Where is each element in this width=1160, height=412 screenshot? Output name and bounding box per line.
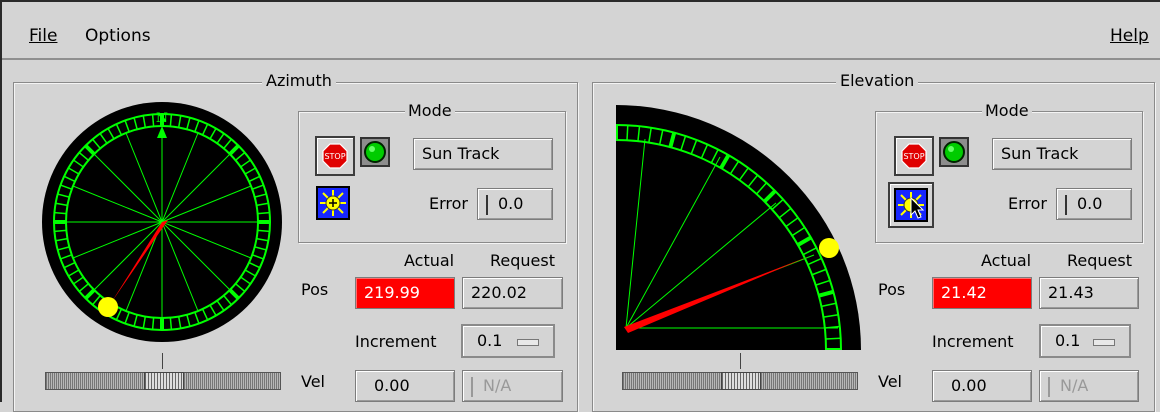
elevation-dial-tick (626, 125, 629, 141)
elevation-mode-box: Mode STOP Sun Track Error 0.0 (875, 101, 1143, 243)
azimuth-sun-track-button[interactable] (316, 186, 350, 220)
menu-help[interactable]: Help (1110, 26, 1149, 46)
green-led-icon (943, 141, 965, 163)
elevation-panel: Elevation Mode STOP Sun Track Error 0.0 … (592, 71, 1155, 412)
azimuth-actual-header: Actual (404, 251, 455, 270)
option-menu-indicator-icon (1093, 339, 1115, 346)
elevation-vel-request-value: N/A (1060, 376, 1089, 395)
elevation-mode-title: Mode (982, 101, 1032, 120)
elevation-pos-label: Pos (878, 280, 906, 299)
azimuth-vel-request[interactable]: N/A (462, 370, 563, 402)
elevation-error-value: 0.0 (1077, 194, 1103, 213)
azimuth-velocity-slider[interactable] (45, 372, 281, 390)
azimuth-title: Azimuth (262, 71, 336, 90)
green-led-icon (364, 141, 386, 163)
menu-options[interactable]: Options (85, 26, 151, 46)
stop-sign-icon: STOP (901, 143, 927, 169)
azimuth-mode-box: Mode STOP Sun Track Error 0.0 (298, 101, 566, 243)
menu-file[interactable]: File (29, 26, 57, 46)
elevation-increment-value: 0.1 (1055, 331, 1081, 350)
azimuth-dial-tick (169, 317, 173, 330)
azimuth-mode-title: Mode (405, 101, 455, 120)
elevation-quarter-dial (616, 105, 861, 350)
elevation-mode-value: Sun Track (992, 138, 1132, 170)
application-window: File Options Help Azimuth N Mode STOP Su… (0, 0, 1160, 412)
azimuth-status-led (360, 137, 390, 167)
azimuth-dial-tick (54, 211, 67, 215)
elevation-dial-tick (825, 337, 841, 340)
azimuth-slider-tick (162, 353, 163, 369)
azimuth-increment-value: 0.1 (477, 331, 503, 350)
sun-icon (898, 192, 925, 219)
elevation-sun-marker (819, 238, 839, 258)
azimuth-stop-button[interactable]: STOP (315, 136, 355, 176)
elevation-error-field[interactable]: 0.0 (1056, 188, 1132, 220)
azimuth-request-header: Request (490, 251, 555, 270)
azimuth-sun-marker (98, 297, 118, 317)
elevation-error-label: Error (1008, 194, 1047, 213)
azimuth-vel-request-value: N/A (483, 376, 512, 395)
azimuth-dial-tick (257, 229, 270, 233)
elevation-slider-tick (740, 353, 741, 369)
azimuth-pos-label: Pos (301, 280, 329, 299)
elevation-vel-request[interactable]: N/A (1039, 370, 1139, 402)
elevation-slider-thumb[interactable] (721, 372, 761, 390)
azimuth-dial-tick (169, 114, 173, 127)
menu-options-label: Options (85, 26, 151, 46)
elevation-pos-request[interactable]: 21.43 (1039, 277, 1139, 309)
azimuth-dial-tick (151, 114, 155, 127)
azimuth-increment-select[interactable]: 0.1 (461, 324, 555, 358)
azimuth-error-value: 0.0 (498, 194, 524, 213)
elevation-request-header: Request (1067, 251, 1132, 270)
svg-text:STOP: STOP (324, 152, 345, 161)
elevation-stop-button[interactable]: STOP (894, 136, 934, 176)
menu-file-label: File (29, 26, 58, 46)
elevation-actual-header: Actual (981, 251, 1032, 270)
elevation-velocity-slider[interactable] (622, 372, 858, 390)
compass-north-label: N (156, 111, 168, 126)
azimuth-slider-thumb[interactable] (144, 372, 184, 390)
elevation-vel-label: Vel (878, 372, 902, 391)
azimuth-compass-dial: N (42, 102, 282, 342)
elevation-vel-actual: 0.00 (932, 370, 1032, 402)
azimuth-dial-tick (257, 211, 270, 215)
elevation-title: Elevation (836, 71, 919, 90)
option-menu-indicator-icon (517, 339, 539, 346)
azimuth-dial-tick (54, 229, 67, 233)
menu-help-label: Help (1110, 26, 1149, 46)
menu-bar: File Options Help (2, 2, 1160, 60)
azimuth-pos-actual: 219.99 (355, 277, 455, 309)
azimuth-error-label: Error (429, 194, 468, 213)
azimuth-vel-label: Vel (301, 372, 325, 391)
sun-icon (320, 190, 346, 216)
azimuth-mode-value: Sun Track (413, 138, 553, 170)
azimuth-panel: Azimuth N Mode STOP Sun Track Error 0.0 … (13, 71, 578, 412)
elevation-increment-label: Increment (932, 332, 1014, 351)
azimuth-dial-tick (151, 317, 155, 330)
elevation-pos-actual: 21.42 (932, 277, 1032, 309)
azimuth-error-field[interactable]: 0.0 (477, 188, 553, 220)
elevation-status-led (939, 137, 969, 167)
azimuth-increment-label: Increment (355, 332, 437, 351)
azimuth-pos-request[interactable]: 220.02 (462, 277, 563, 309)
svg-text:STOP: STOP (903, 152, 924, 161)
stop-sign-icon: STOP (322, 143, 348, 169)
azimuth-vel-actual: 0.00 (355, 370, 455, 402)
elevation-increment-select[interactable]: 0.1 (1039, 324, 1131, 358)
elevation-sun-track-button[interactable] (888, 182, 934, 228)
